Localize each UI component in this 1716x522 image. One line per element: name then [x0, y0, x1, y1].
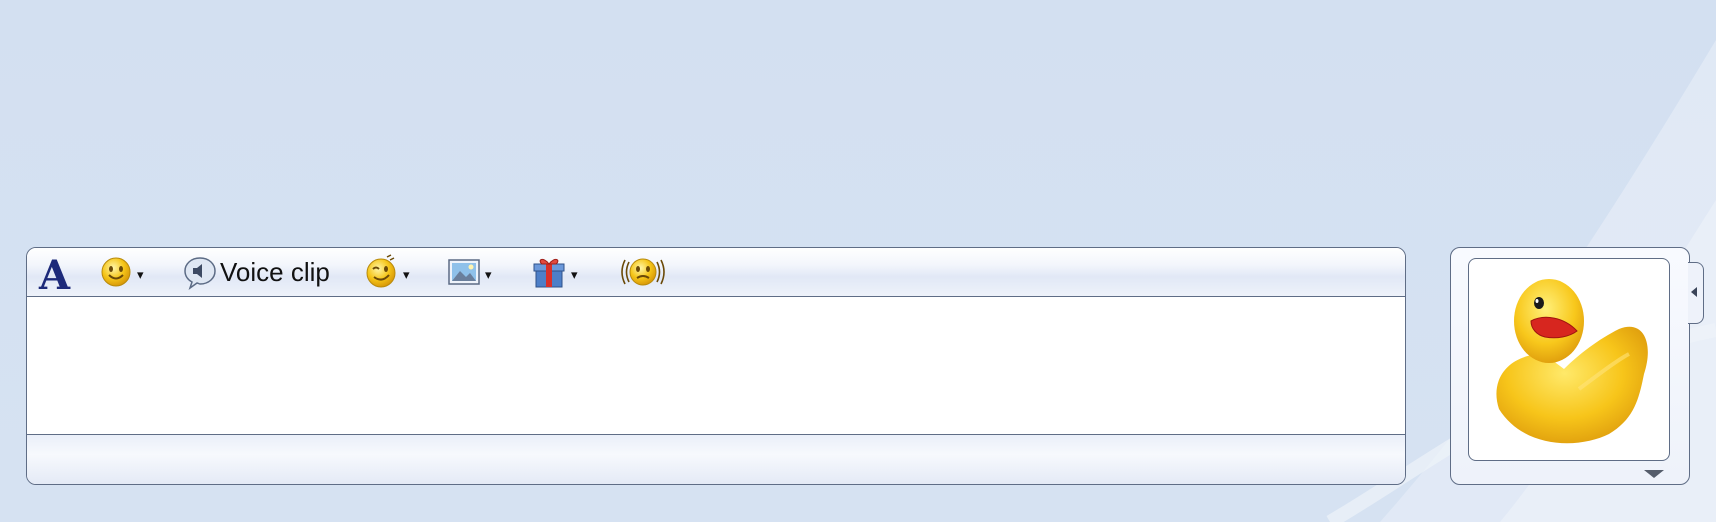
wink-icon — [366, 254, 396, 288]
display-picture-panel — [1450, 247, 1690, 485]
emoticon-button[interactable]: ▾ — [99, 248, 144, 296]
gift-dropdown-icon[interactable]: ▾ — [571, 268, 578, 283]
background-button[interactable]: ▾ — [447, 248, 492, 296]
message-input[interactable] — [27, 297, 1405, 435]
chevron-left-icon — [1691, 287, 1697, 297]
collapse-side-panel-tab[interactable] — [1688, 262, 1704, 324]
nudge-button[interactable] — [617, 248, 669, 296]
smiley-icon — [101, 257, 131, 287]
emoticon-dropdown-icon[interactable]: ▾ — [137, 268, 144, 283]
speaker-bubble-icon — [184, 257, 216, 290]
nudge-icon — [621, 258, 665, 286]
wink-button[interactable]: ▾ — [363, 248, 410, 296]
gift-button[interactable]: ▾ — [531, 248, 578, 296]
picture-icon — [448, 259, 480, 285]
compose-status-bar — [27, 434, 1405, 484]
font-button[interactable]: A — [39, 248, 70, 296]
wink-dropdown-icon[interactable]: ▾ — [403, 268, 410, 283]
gift-icon — [533, 258, 565, 288]
compose-panel: A ▾ Voice clip ▾ ▾ ▾ — [26, 247, 1406, 485]
compose-toolbar: A ▾ Voice clip ▾ ▾ ▾ — [27, 248, 1405, 297]
font-icon: A — [39, 252, 71, 299]
display-picture-menu-arrow-icon[interactable] — [1644, 470, 1664, 478]
background-dropdown-icon[interactable]: ▾ — [485, 268, 492, 283]
voice-clip-button[interactable]: Voice clip — [182, 248, 330, 296]
display-picture[interactable] — [1468, 258, 1670, 461]
voice-clip-label: Voice clip — [220, 256, 330, 287]
rubber-duck-avatar — [1496, 279, 1648, 444]
